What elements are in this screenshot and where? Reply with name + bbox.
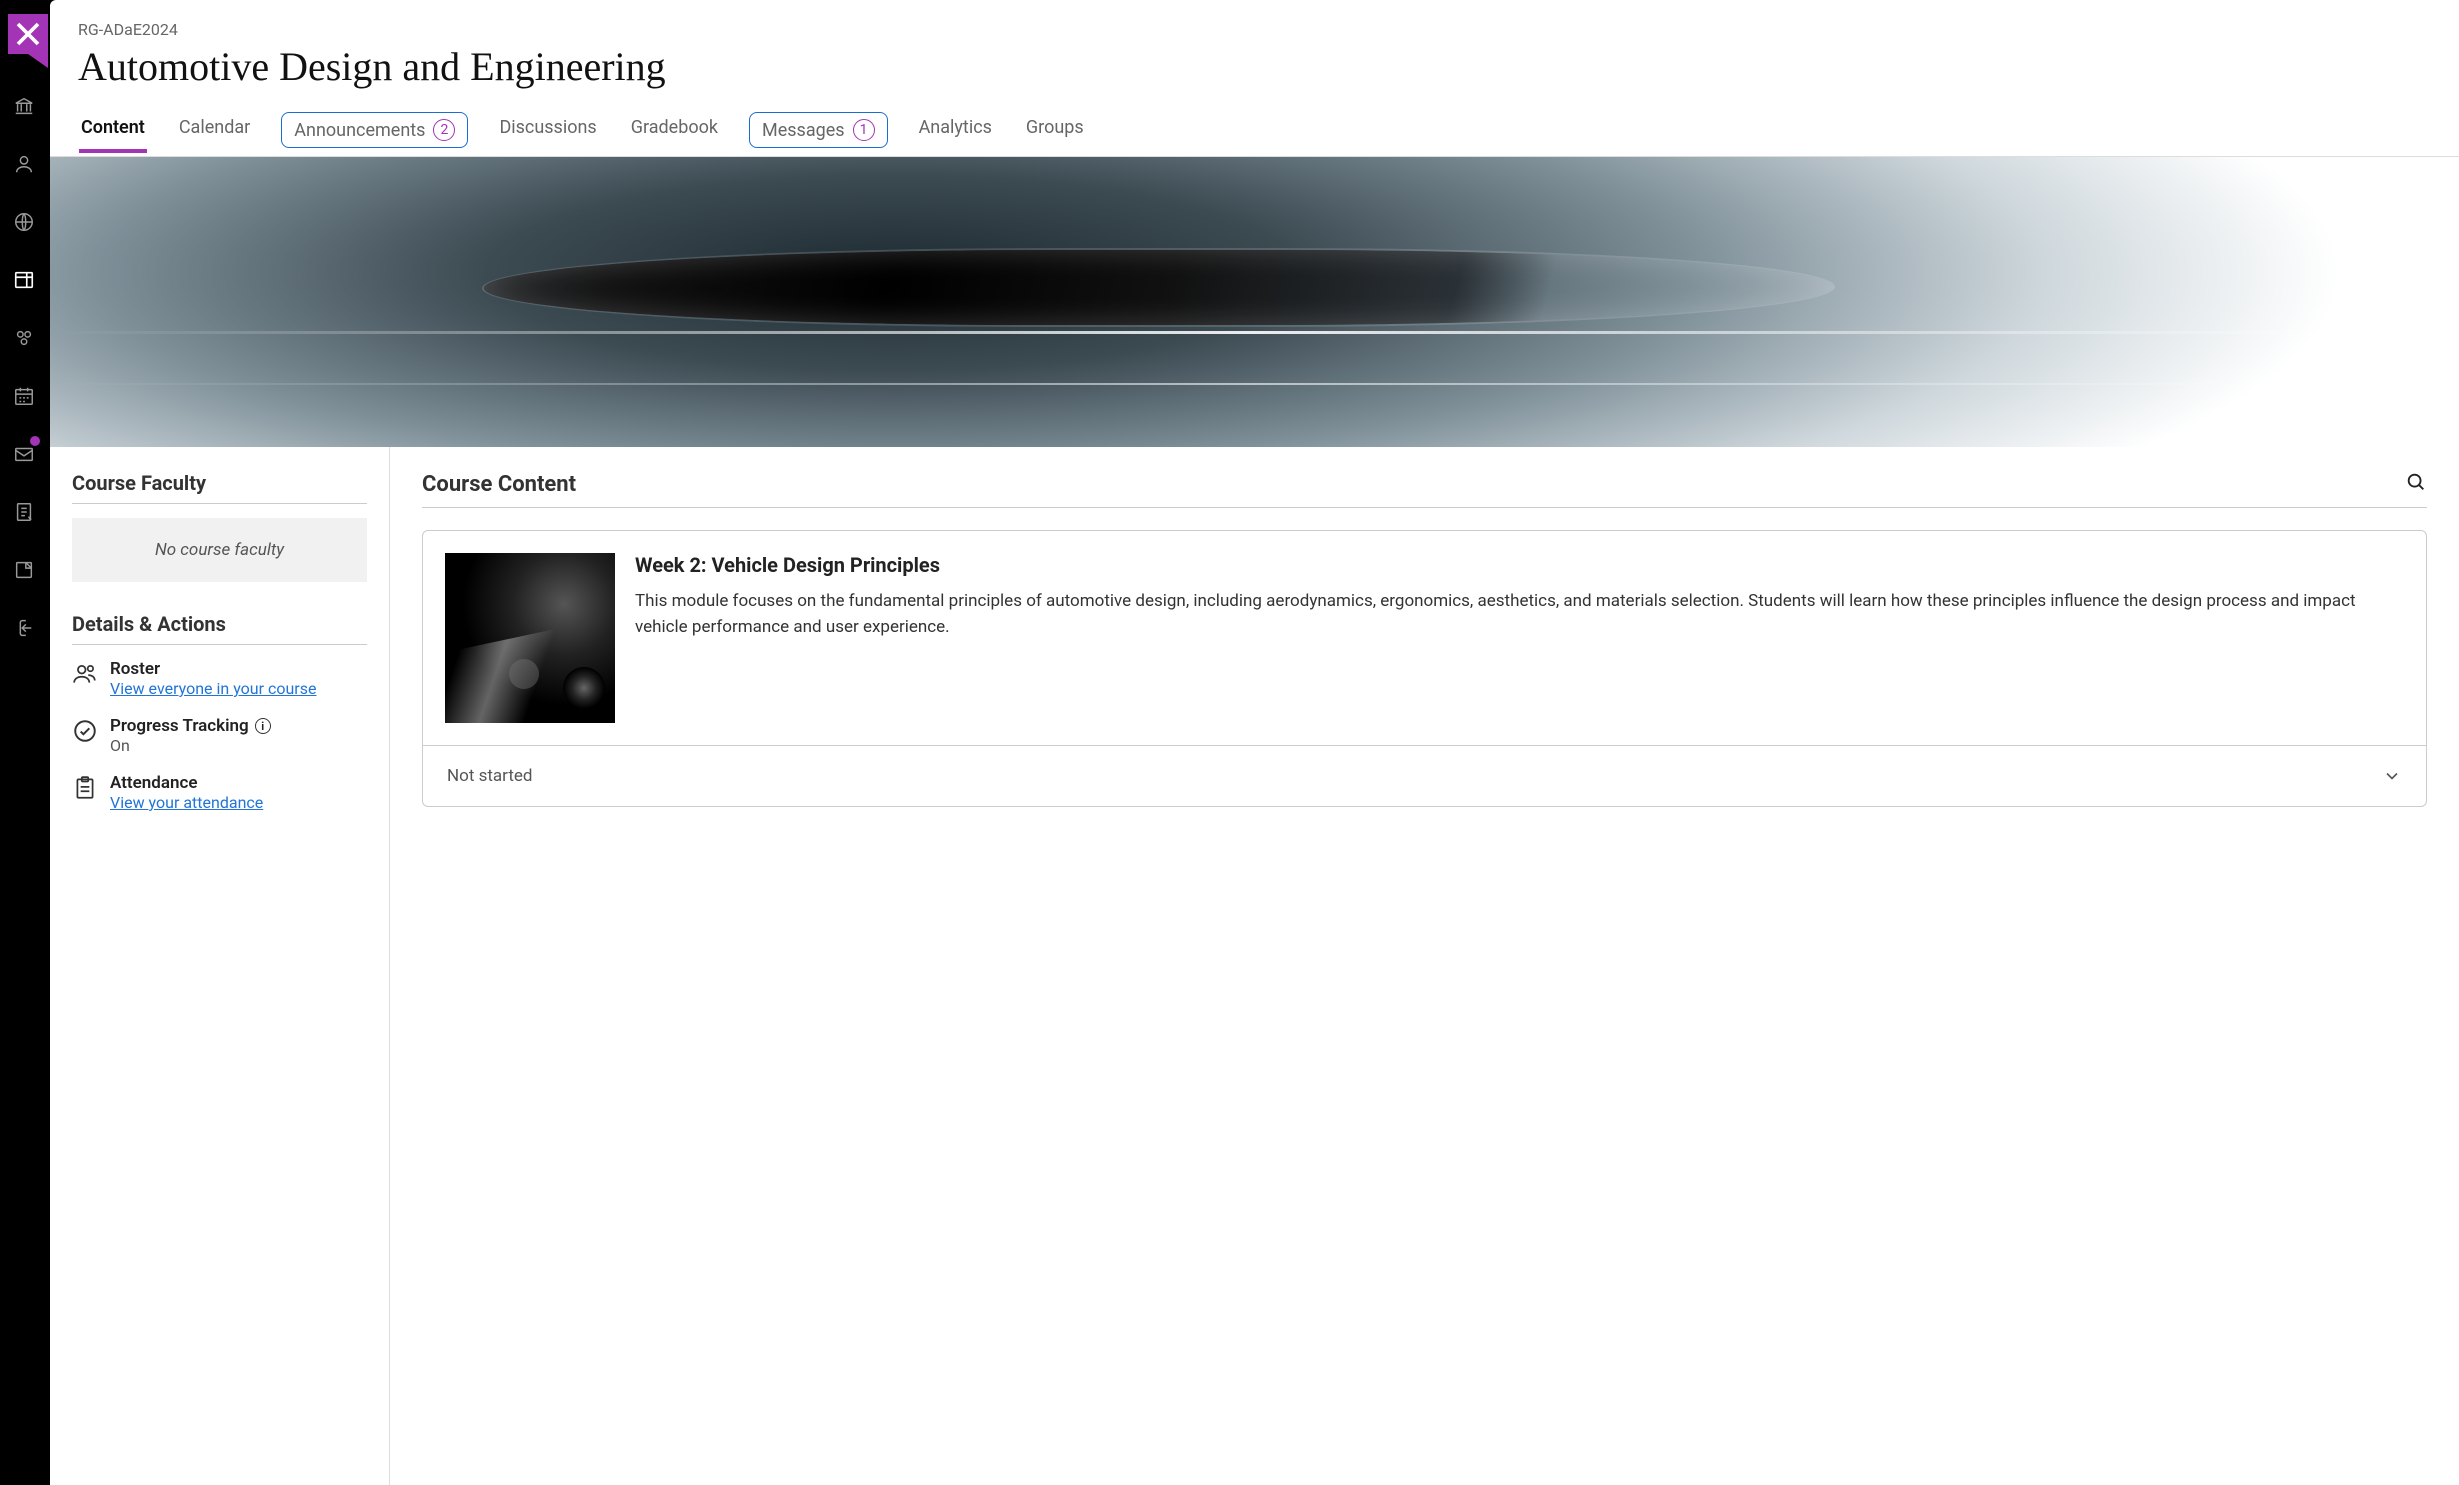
course-header: RG-ADaE2024 Automotive Design and Engine…: [50, 0, 2459, 90]
tab-analytics[interactable]: Analytics: [916, 116, 995, 153]
tab-discussions[interactable]: Discussions: [496, 116, 599, 153]
tab-groups[interactable]: Groups: [1023, 116, 1087, 153]
tools-icon[interactable]: [12, 558, 36, 582]
activity-stream-icon[interactable]: [12, 210, 36, 234]
course-code: RG-ADaE2024: [78, 20, 2431, 39]
messages-icon[interactable]: [12, 442, 36, 466]
close-course-button[interactable]: [8, 14, 48, 54]
course-sidebar: Course Faculty No course faculty Details…: [50, 447, 390, 1485]
roster-link[interactable]: View everyone in your course: [110, 679, 316, 698]
course-panel: RG-ADaE2024 Automotive Design and Engine…: [50, 0, 2459, 1485]
roster-title: Roster: [110, 659, 316, 679]
module-card-body[interactable]: Week 2: Vehicle Design Principles This m…: [423, 531, 2426, 745]
course-title: Automotive Design and Engineering: [78, 43, 2431, 90]
module-thumbnail: [445, 553, 615, 723]
progress-status: On: [110, 736, 271, 755]
tab-content[interactable]: Content: [78, 116, 148, 153]
institution-icon[interactable]: [12, 94, 36, 118]
announcements-badge: 2: [433, 119, 455, 141]
courses-icon[interactable]: [12, 268, 36, 292]
module-description: This module focuses on the fundamental p…: [635, 589, 2404, 640]
tab-announcements[interactable]: Announcements 2: [281, 112, 468, 148]
tab-calendar[interactable]: Calendar: [176, 116, 253, 153]
attendance-link[interactable]: View your attendance: [110, 793, 263, 812]
progress-title: Progress Tracking i: [110, 716, 271, 736]
course-content-heading: Course Content: [422, 472, 576, 497]
attendance-action: Attendance View your attendance: [72, 773, 367, 812]
progress-icon: [72, 718, 98, 744]
module-title: Week 2: Vehicle Design Principles: [635, 553, 2404, 577]
roster-icon: [72, 661, 98, 687]
roster-action: Roster View everyone in your course: [72, 659, 367, 698]
calendar-icon[interactable]: [12, 384, 36, 408]
module-status: Not started: [447, 766, 533, 786]
module-card: Week 2: Vehicle Design Principles This m…: [422, 530, 2427, 807]
faculty-heading: Course Faculty: [72, 471, 367, 504]
no-faculty-message: No course faculty: [72, 518, 367, 582]
messages-badge: 1: [853, 119, 875, 141]
tab-messages[interactable]: Messages 1: [749, 112, 888, 148]
content-search-button[interactable]: [2405, 471, 2427, 497]
course-tabs: Content Calendar Announcements 2 Discuss…: [50, 90, 2459, 157]
chevron-down-icon: [2382, 766, 2402, 786]
progress-tracking-action: Progress Tracking i On: [72, 716, 367, 755]
profile-icon[interactable]: [12, 152, 36, 176]
info-icon[interactable]: i: [255, 718, 271, 734]
messages-unread-dot: [30, 436, 40, 446]
tab-gradebook[interactable]: Gradebook: [628, 116, 721, 153]
course-content-area: Course Content Week 2: Vehicle Design Pr…: [390, 447, 2459, 1485]
global-nav-rail: [0, 0, 48, 1485]
attendance-title: Attendance: [110, 773, 263, 793]
course-banner-image: [50, 157, 2459, 447]
grades-icon[interactable]: [12, 500, 36, 524]
organizations-icon[interactable]: [12, 326, 36, 350]
module-status-toggle[interactable]: Not started: [423, 745, 2426, 806]
signout-icon[interactable]: [12, 616, 36, 640]
details-actions-heading: Details & Actions: [72, 612, 367, 645]
attendance-icon: [72, 775, 98, 801]
